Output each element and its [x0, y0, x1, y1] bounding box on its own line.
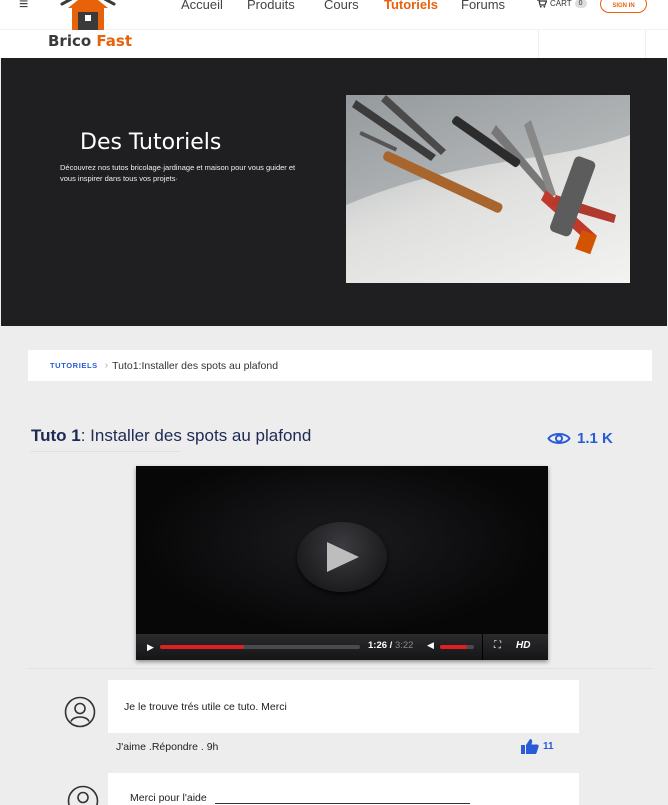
- big-play-button[interactable]: [297, 522, 387, 592]
- comment-text: Merci pour l'aide: [130, 792, 207, 804]
- cart-icon: [537, 0, 547, 8]
- time-display: 1:26 / 3:22: [368, 640, 413, 651]
- progress-bar[interactable]: [160, 645, 360, 649]
- volume-icon[interactable]: ◀: [427, 640, 434, 651]
- tutorial-number: Tuto 1: [31, 426, 81, 445]
- tools-illustration: [346, 95, 630, 255]
- brand-name: Brico Fast: [48, 32, 132, 50]
- user-avatar-icon: [64, 696, 96, 728]
- nav-accueil[interactable]: Accueil: [181, 0, 223, 12]
- thumbs-up-icon: [521, 739, 539, 754]
- section-divider: [28, 668, 652, 669]
- comment-text: Je le trouve trés utile ce tuto. Merci: [124, 700, 287, 713]
- tutorial-name: : Installer des spots au plafond: [80, 426, 312, 445]
- nav-forums[interactable]: Forums: [461, 0, 505, 12]
- progress-fill: [160, 645, 244, 649]
- tools-image: [346, 95, 630, 283]
- control-separator: [482, 634, 483, 660]
- breadcrumb: TUTORIELS › Tuto1:Installer des spots au…: [28, 350, 652, 381]
- brand-name-part2: Fast: [96, 32, 132, 50]
- eye-icon: [547, 433, 571, 444]
- hero-subtitle: Découvrez nos tutos bricolage·jardinage …: [60, 163, 296, 183]
- like-button[interactable]: 11: [521, 739, 554, 754]
- title-divider: [30, 451, 180, 452]
- video-player[interactable]: ▶ 1:26 / 3:22 ◀ ⛶ HD: [136, 466, 548, 660]
- hero-banner: Des Tutoriels Découvrez nos tutos bricol…: [1, 58, 667, 326]
- top-header: ≡ Brico Fast Accueil Produits Cours Tuto…: [0, 0, 668, 58]
- cart-count-badge: 0: [574, 0, 587, 8]
- play-icon: [327, 542, 359, 572]
- user-avatar-icon: [67, 785, 99, 805]
- breadcrumb-root-link[interactable]: TUTORIELS: [50, 361, 98, 370]
- brand-name-part1: Brico: [48, 32, 92, 50]
- header-separator: [645, 30, 646, 58]
- control-play-icon[interactable]: ▶: [147, 642, 154, 653]
- header-separator: [538, 30, 539, 58]
- nav-tutoriels[interactable]: Tutoriels: [384, 0, 438, 12]
- comment-bubble: Je le trouve trés utile ce tuto. Merci: [108, 680, 579, 733]
- view-count: 1.1 K: [547, 430, 613, 447]
- comment-bubble: Merci pour l'aide: [108, 773, 579, 805]
- nav-produits[interactable]: Produits: [247, 0, 295, 12]
- volume-fill: [440, 645, 468, 649]
- cart-button[interactable]: CART 0: [537, 0, 587, 8]
- hd-toggle[interactable]: HD: [516, 640, 530, 651]
- cart-label: CART: [550, 0, 572, 8]
- like-count: 11: [543, 741, 554, 752]
- volume-slider[interactable]: [440, 645, 474, 649]
- hero-title: Des Tutoriels: [80, 130, 222, 155]
- fullscreen-icon[interactable]: ⛶: [494, 640, 501, 651]
- time-separator: /: [389, 640, 393, 651]
- duration: 3:22: [394, 640, 414, 651]
- view-count-value: 1.1 K: [577, 430, 613, 447]
- chevron-right-icon: ›: [104, 360, 109, 371]
- video-controls: ▶ 1:26 / 3:22 ◀ ⛶ HD: [136, 634, 548, 660]
- sign-in-button[interactable]: SIGN IN: [600, 0, 647, 13]
- comment-actions[interactable]: J'aime .Répondre . 9h: [116, 741, 218, 753]
- breadcrumb-current: Tuto1:Installer des spots au plafond: [112, 359, 279, 372]
- current-time: 1:26: [368, 640, 388, 651]
- comment-underline: [215, 803, 470, 804]
- tutorial-title: Tuto 1: Installer des spots au plafond: [31, 426, 311, 446]
- nav-cours[interactable]: Cours: [324, 0, 359, 12]
